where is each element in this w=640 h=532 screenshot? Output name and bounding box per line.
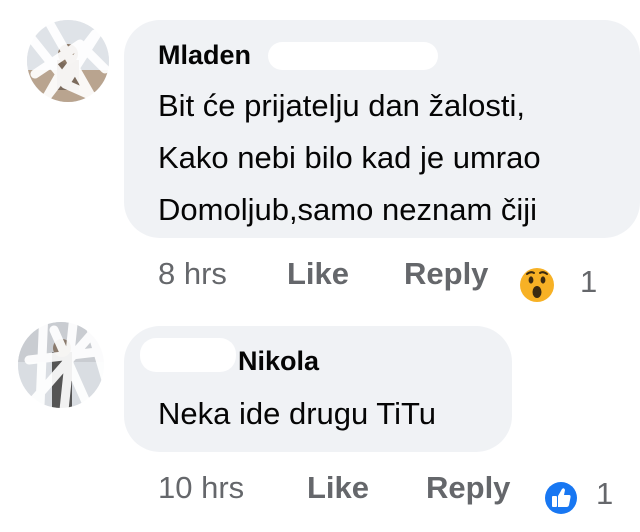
comment-author[interactable]: Mladen	[158, 40, 251, 71]
comment-author[interactable]: Nikola	[238, 346, 319, 377]
reply-button[interactable]: Reply	[404, 256, 488, 292]
like-reaction-icon[interactable]	[541, 478, 581, 518]
comment-text-line: Kako nebi bilo kad je umrao	[158, 140, 541, 175]
avatar-nikola[interactable]	[18, 322, 104, 408]
like-button[interactable]: Like	[287, 256, 349, 292]
comment-timestamp[interactable]: 8 hrs	[158, 256, 227, 292]
avatar-image	[27, 20, 109, 102]
avatar-mladen[interactable]	[27, 20, 109, 102]
author-redaction	[140, 338, 236, 372]
avatar-image	[18, 322, 104, 408]
reaction-count[interactable]: 1	[580, 264, 597, 300]
wow-reaction-icon[interactable]	[516, 264, 558, 306]
comment-text: Neka ide drugu TiTu	[158, 388, 436, 440]
author-redaction	[268, 42, 438, 70]
like-button[interactable]: Like	[307, 470, 369, 506]
comment-text-line: Neka ide drugu TiTu	[158, 396, 437, 431]
comment-timestamp[interactable]: 10 hrs	[158, 470, 244, 506]
reaction-count[interactable]: 1	[596, 476, 613, 512]
comment-text: Bit će prijatelju dan žalosti, Kako nebi…	[158, 80, 541, 236]
comment-text-line: Domoljub,samo neznam čiji	[158, 192, 538, 227]
comment-text-line: Bit će prijatelju dan žalosti,	[158, 88, 526, 123]
reply-button[interactable]: Reply	[426, 470, 510, 506]
